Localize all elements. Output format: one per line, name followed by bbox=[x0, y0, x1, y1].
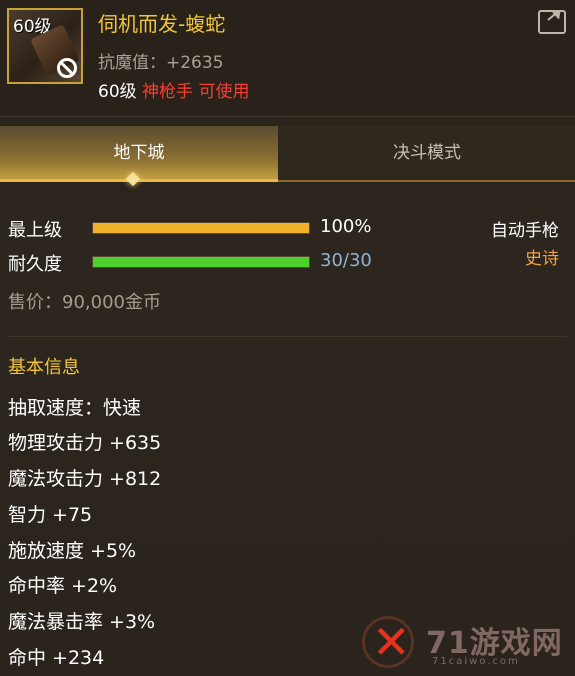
durability-bar-fill bbox=[93, 257, 309, 267]
stat-line: 魔法暴击率 +3% bbox=[8, 611, 156, 633]
tab-dungeon[interactable]: 地下城 bbox=[0, 126, 278, 180]
item-header: 60级 伺机而发-蝮蛇 抗魔值：+2635 60级 神枪手 可使用 bbox=[0, 0, 575, 114]
divider bbox=[8, 336, 567, 337]
tab-duel-mode[interactable]: 决斗模式 bbox=[279, 126, 575, 180]
stat-line: 施放速度 +5% bbox=[8, 540, 137, 562]
stat-line: 命中 +234 bbox=[8, 647, 105, 669]
grade-label: 最上级 bbox=[8, 220, 62, 241]
stat-line: 抽取速度：快速 bbox=[8, 397, 142, 419]
x-logo-icon: ✕ bbox=[372, 615, 411, 669]
weapon-type: 自动手枪 bbox=[491, 221, 559, 241]
durability-bar bbox=[92, 256, 310, 268]
required-class: 神枪手 可使用 bbox=[142, 82, 250, 102]
sell-price: 售价：90,000金币 bbox=[8, 292, 161, 313]
durability-label: 耐久度 bbox=[8, 254, 62, 275]
grade-bar-fill bbox=[93, 223, 309, 233]
stat-line: 物理攻击力 +635 bbox=[8, 432, 162, 454]
magic-resistance: 抗魔值：+2635 bbox=[98, 53, 224, 73]
grade-bar bbox=[92, 222, 310, 234]
required-level: 60级 bbox=[98, 82, 137, 102]
requirement-line: 60级 神枪手 可使用 bbox=[98, 77, 249, 102]
watermark-url: 71caiwo.com bbox=[432, 656, 520, 667]
item-icon[interactable]: 60级 bbox=[7, 8, 83, 84]
forbidden-icon bbox=[57, 58, 77, 78]
divider bbox=[0, 116, 575, 117]
stat-line: 魔法攻击力 +812 bbox=[8, 468, 162, 490]
item-name: 伺机而发-蝮蛇 bbox=[98, 12, 226, 36]
grade-value: 100% bbox=[320, 216, 372, 237]
mode-tabs: 地下城 决斗模式 bbox=[0, 126, 575, 180]
rarity: 史诗 bbox=[525, 249, 559, 269]
share-icon[interactable] bbox=[538, 10, 566, 34]
durability-value: 30/30 bbox=[320, 250, 372, 271]
basic-info-title: 基本信息 bbox=[8, 357, 80, 378]
stat-line: 智力 +75 bbox=[8, 504, 93, 526]
stat-line: 命中率 +2% bbox=[8, 575, 118, 597]
item-tooltip-panel: 60级 伺机而发-蝮蛇 抗魔值：+2635 60级 神枪手 可使用 地下城 决斗… bbox=[0, 0, 575, 676]
site-watermark: ✕ 71游戏网 71caiwo.com bbox=[352, 610, 575, 676]
